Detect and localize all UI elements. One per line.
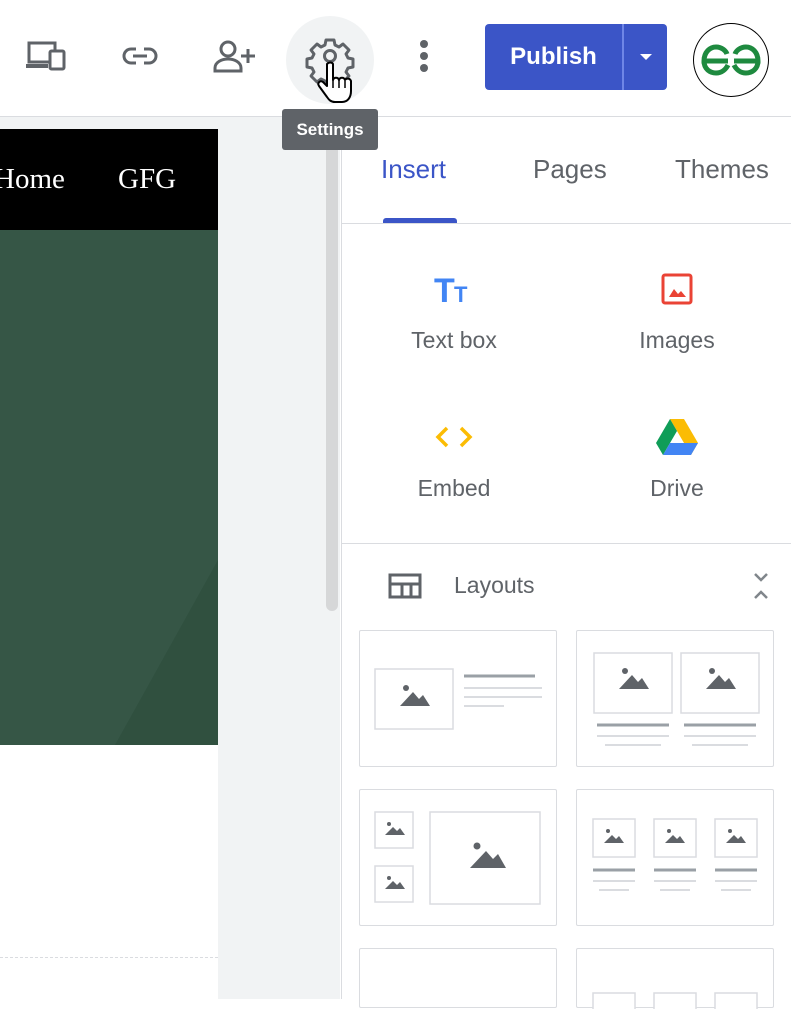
preview-devices-icon[interactable] — [22, 32, 70, 80]
insert-embed-label: Embed — [417, 475, 491, 501]
nav-link-gfg[interactable]: GFG — [118, 163, 176, 196]
hero-background-shape — [115, 560, 218, 745]
layout-thumbnail — [593, 652, 760, 746]
settings-button[interactable] — [286, 16, 374, 104]
more-vert-icon[interactable] — [400, 32, 448, 80]
layout-thumbnail — [374, 668, 542, 730]
site-preview[interactable]: Home GFG — [0, 129, 218, 999]
layout-card-two-images[interactable] — [576, 630, 774, 767]
layout-card-partial[interactable] — [359, 948, 557, 1008]
insert-text-box-label: Text box — [411, 327, 497, 353]
layouts-icon — [388, 573, 422, 599]
canvas-scrollbar[interactable] — [326, 135, 338, 611]
layouts-section-header[interactable]: Layouts — [342, 560, 791, 612]
image-icon — [587, 267, 767, 311]
link-icon[interactable] — [116, 32, 164, 80]
publish-button-group: Publish — [485, 24, 667, 90]
text-box-icon: T T — [364, 267, 544, 311]
unfold-less-icon — [754, 573, 768, 599]
layout-thumbnail — [592, 992, 758, 1009]
section-divider — [0, 957, 218, 958]
add-person-icon[interactable] — [210, 32, 258, 80]
collapse-layouts-button[interactable] — [747, 568, 775, 604]
gear-icon — [305, 38, 355, 103]
publish-button[interactable]: Publish — [485, 24, 622, 90]
top-toolbar: Publish — [0, 0, 791, 117]
drive-icon — [587, 415, 767, 459]
tab-themes[interactable]: Themes — [675, 154, 769, 185]
svg-text:T: T — [434, 274, 455, 304]
caret-down-icon — [639, 54, 652, 60]
publish-dropdown-button[interactable] — [624, 24, 667, 90]
hand-cursor-icon — [317, 61, 352, 103]
layout-card-gallery[interactable] — [359, 789, 557, 926]
site-navigation-bar: Home GFG — [0, 129, 218, 230]
gfg-logo-icon — [701, 44, 761, 76]
svg-text:T: T — [454, 282, 468, 304]
layout-thumbnail — [374, 811, 541, 905]
tab-insert[interactable]: Insert — [381, 154, 446, 185]
embed-icon — [364, 415, 544, 459]
side-panel: Insert Pages Themes T T Text box Images — [341, 117, 791, 1009]
hero-banner[interactable] — [0, 230, 218, 745]
layout-card-partial[interactable] — [576, 948, 774, 1009]
nav-link-home[interactable]: Home — [0, 163, 65, 196]
tabs-divider — [342, 223, 791, 224]
insert-text-box[interactable]: T T Text box — [364, 267, 544, 377]
account-avatar[interactable] — [693, 23, 769, 97]
settings-tooltip: Settings — [282, 109, 378, 150]
layout-card-image-text[interactable] — [359, 630, 557, 767]
section-divider-line — [342, 543, 791, 544]
insert-embed[interactable]: Embed — [364, 415, 544, 525]
layouts-label: Layouts — [454, 572, 535, 598]
insert-images-label: Images — [639, 327, 715, 353]
insert-drive-label: Drive — [650, 475, 704, 501]
tab-pages[interactable]: Pages — [533, 154, 607, 185]
insert-images[interactable]: Images — [587, 267, 767, 377]
insert-drive[interactable]: Drive — [587, 415, 767, 525]
layout-card-three-columns[interactable] — [576, 789, 774, 926]
layout-thumbnail — [592, 818, 758, 891]
